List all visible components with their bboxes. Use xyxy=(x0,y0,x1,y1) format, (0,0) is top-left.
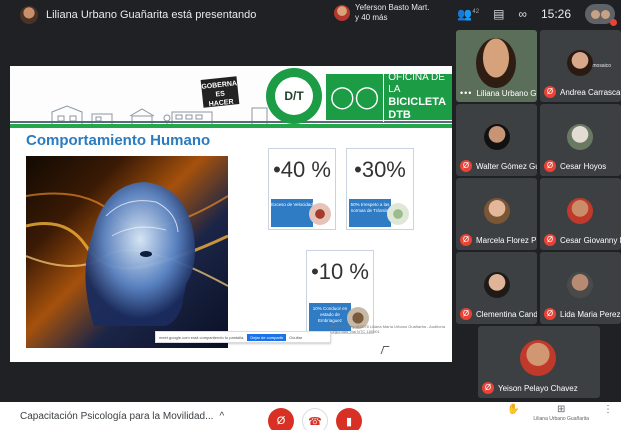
present-button[interactable]: ⊞ Liliana Urbano Guañarita xyxy=(533,404,589,422)
stat-card-normas: •30% 50% Irrespeto a las normas de Tráns… xyxy=(346,148,414,230)
chevron-up-icon: ^ xyxy=(219,411,225,422)
participant-name: Walter Gómez Gui... xyxy=(476,161,537,171)
slide-title: Comportamiento Humano xyxy=(26,132,211,149)
stat-thumbnail xyxy=(387,203,409,225)
mic-off-icon: Ø xyxy=(460,308,472,320)
record-dot-icon xyxy=(610,19,617,26)
present-icon: ⊞ xyxy=(557,404,566,415)
participant-tile[interactable]: Ø Walter Gómez Gui... xyxy=(456,104,537,176)
dtb-logo-text: D/T xyxy=(275,77,313,115)
notification-avatar xyxy=(334,5,350,21)
participant-name: Cesar Hoyos xyxy=(560,161,607,171)
oficina-line2: BICICLETA DTB xyxy=(388,96,446,121)
dtb-logo: D/T xyxy=(266,68,322,124)
bottom-right-controls: ✋ ⊞ Liliana Urbano Guañarita ⋮ xyxy=(507,404,613,422)
camera-off-icon: ▮ xyxy=(345,415,353,428)
mic-off-icon: Ø xyxy=(544,86,556,98)
join-notification[interactable]: Yeferson Basto Mart. y 40 más xyxy=(334,3,429,23)
participant-name: Yeison Pelayo Chavez xyxy=(498,383,578,393)
stop-sharing-button[interactable]: Dejar de compartir xyxy=(247,333,287,341)
stat-value: •30% xyxy=(354,157,406,182)
mic-off-icon: Ø xyxy=(276,415,286,427)
end-call-button[interactable]: ☎ xyxy=(302,408,328,430)
mic-off-icon: Ø xyxy=(544,160,556,172)
stat-caption: 50% Irrespeto a las normas de Tránsito xyxy=(349,199,391,227)
mic-off-icon: Ø xyxy=(544,308,556,320)
stat-thumbnail xyxy=(309,203,331,225)
raise-hand-button[interactable]: ✋ xyxy=(507,404,519,415)
stat-caption: Exceso de Velocidad xyxy=(271,199,313,227)
participant-name: Cesar Giovanny B... xyxy=(560,235,621,245)
presenter-name-label: Liliana Urbano Guañarita xyxy=(533,416,589,422)
participant-tile[interactable]: Ø Cesar Giovanny B... xyxy=(540,178,621,250)
participant-tile[interactable]: Ø Clementina Cand... xyxy=(456,252,537,324)
mic-off-icon: Ø xyxy=(460,234,472,246)
phone-hangup-icon: ☎ xyxy=(308,415,322,428)
participant-tile-presenter[interactable]: ••• Liliana Urbano Gu... xyxy=(456,30,537,102)
stat-value: •40 % xyxy=(273,157,331,182)
participant-name: Marcela Florez Pi... xyxy=(476,235,537,245)
chat-icon[interactable]: ▤ xyxy=(493,7,504,21)
mic-off-icon: Ø xyxy=(544,234,556,246)
participant-tile[interactable]: Mostrar en mosaico ØAndrea Carrascal ... xyxy=(540,30,621,102)
participant-name: Andrea Carrascal ... xyxy=(560,87,621,97)
activities-icon[interactable]: ∞ xyxy=(518,7,527,21)
meeting-title: Capacitación Psicología para la Movilida… xyxy=(20,411,214,422)
shared-screen: GOBERNAR ES HACER D/T ◯◯ OFICINA DE LA B… xyxy=(10,66,452,362)
mic-off-icon: Ø xyxy=(482,382,494,394)
presenter-text: Liliana Urbano Guañarita está presentand… xyxy=(46,9,257,21)
people-icon[interactable]: 👥42 xyxy=(457,7,479,21)
meet-window: Liliana Urbano Guañarita está presentand… xyxy=(0,0,621,430)
participant-tile[interactable]: Ø Marcela Florez Pi... xyxy=(456,178,537,250)
stat-card-velocidad: •40 % Exceso de Velocidad xyxy=(268,148,336,230)
more-options-icon[interactable]: ••• xyxy=(460,88,472,98)
hand-icon: ✋ xyxy=(506,404,520,415)
gobernar-logo: GOBERNAR ES HACER xyxy=(200,76,242,108)
hide-popup-button[interactable]: Ocultar xyxy=(289,335,302,340)
stat-card-embriaguez: •10 % 10% Conducir en estado de Embriagu… xyxy=(306,250,374,334)
clock-time: 15:26 xyxy=(540,7,571,21)
mic-off-icon: Ø xyxy=(460,160,472,172)
more-vert-icon: ⋮ xyxy=(603,404,613,415)
oficina-line1: OFICINA DE LA xyxy=(388,72,445,95)
participant-name: Clementina Cand... xyxy=(476,309,537,319)
bicycle-icon: ◯◯ xyxy=(330,84,380,109)
self-avatar-group[interactable] xyxy=(585,4,617,26)
stat-value: •10 % xyxy=(311,259,369,284)
participant-tile[interactable]: Ø Lida Maria Perez ... xyxy=(540,252,621,324)
slide-footnote: MSc, Ps, Reg #12078 Liliana María Urbano… xyxy=(330,324,446,334)
screen-share-popup: meet.google.com está compartiendo tu pan… xyxy=(155,331,331,343)
camera-off-button[interactable]: ▮ xyxy=(336,408,362,430)
more-options-button[interactable]: ⋮ xyxy=(603,404,613,415)
brain-image xyxy=(26,156,228,348)
oficina-banner: ◯◯ OFICINA DE LA BICICLETA DTB xyxy=(326,72,452,122)
bottom-toolbar: Capacitación Psicología para la Movilida… xyxy=(0,402,621,430)
top-icons: 👥42 ▤ ∞ 15:26 xyxy=(457,4,617,26)
share-popup-text: meet.google.com está compartiendo tu pan… xyxy=(159,334,245,340)
participant-tile[interactable]: Ø Yeison Pelayo Chavez xyxy=(478,326,600,398)
notification-line1: Yeferson Basto Mart. xyxy=(355,3,430,12)
participant-name: Lida Maria Perez ... xyxy=(560,309,621,319)
meeting-details[interactable]: Capacitación Psicología para la Movilida… xyxy=(20,411,224,422)
participant-tile[interactable]: Ø Cesar Hoyos xyxy=(540,104,621,176)
participant-name: Liliana Urbano Gu... xyxy=(476,88,537,98)
presenter-avatar xyxy=(20,6,38,24)
notification-line2: y 40 más xyxy=(355,13,388,22)
mic-off-button[interactable]: Ø xyxy=(268,408,294,430)
